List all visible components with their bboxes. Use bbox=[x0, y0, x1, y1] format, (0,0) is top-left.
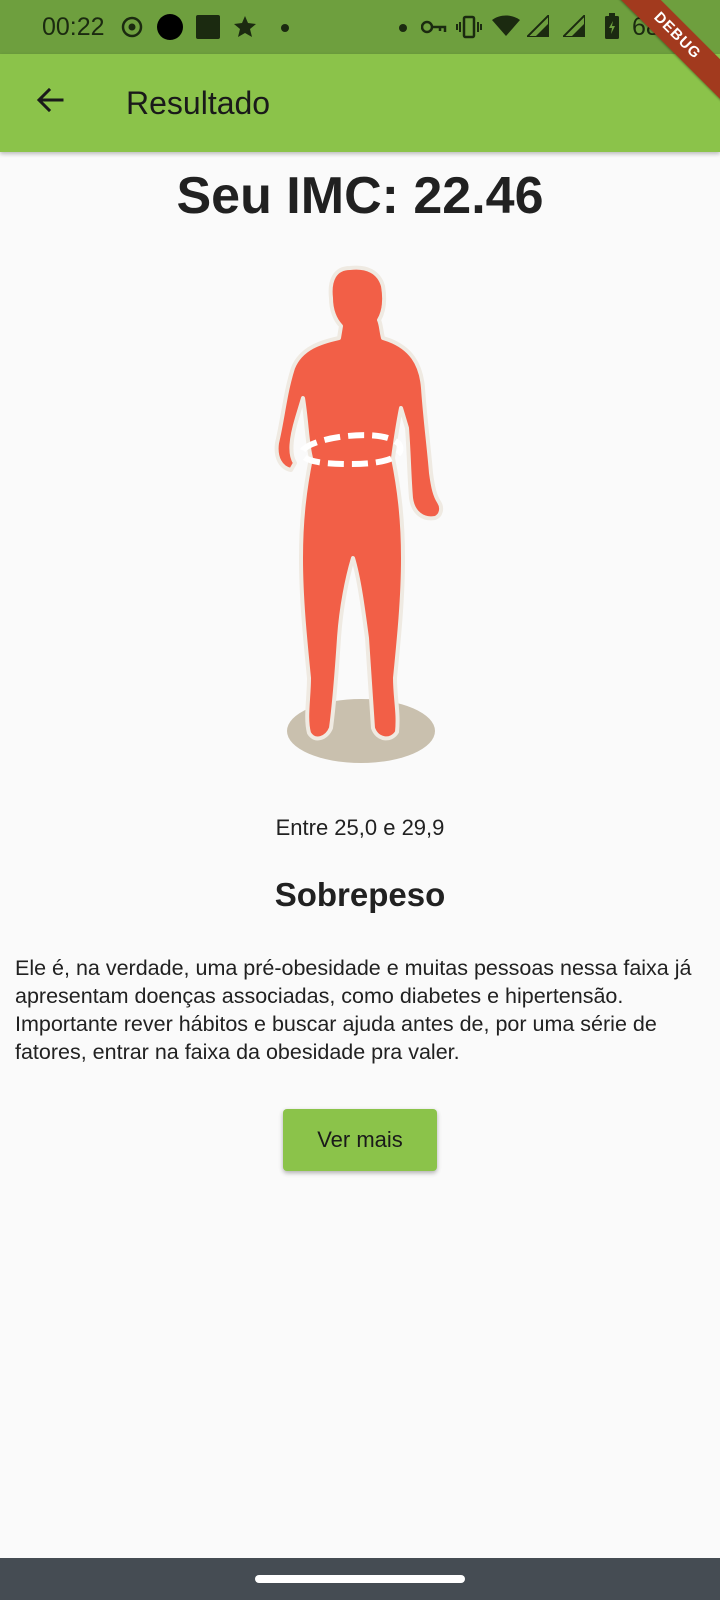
media-icon bbox=[120, 15, 144, 39]
back-button[interactable] bbox=[22, 74, 78, 130]
page-title: Resultado bbox=[126, 85, 271, 121]
battery-icon bbox=[604, 12, 620, 40]
dot-icon bbox=[156, 13, 184, 41]
status-bar: 00:22 68 bbox=[0, 0, 720, 54]
arrow-back-icon bbox=[34, 84, 66, 121]
settings-app-icon bbox=[232, 14, 258, 40]
status-time: 00:22 bbox=[42, 13, 105, 41]
wifi-icon bbox=[492, 14, 520, 38]
imc-category-description: Ele é, na verdade, uma pré-obesidade e m… bbox=[15, 956, 692, 1064]
imc-range-text: Entre 25,0 e 29,9 bbox=[275, 815, 445, 840]
imc-result-title: Seu IMC: 22.46 bbox=[176, 167, 544, 225]
vibrate-icon bbox=[455, 14, 483, 40]
imc-category-title: Sobrepeso bbox=[274, 876, 446, 913]
home-indicator[interactable] bbox=[255, 1575, 465, 1583]
notification-dot-icon bbox=[398, 23, 408, 33]
key-icon bbox=[420, 16, 448, 38]
body-silhouette-icon bbox=[255, 258, 455, 778]
signal-icon-2 bbox=[562, 14, 586, 38]
square-icon bbox=[196, 15, 220, 39]
see-more-button[interactable]: Ver mais bbox=[283, 1109, 437, 1171]
system-navigation-bar bbox=[0, 1558, 720, 1600]
small-dot-icon bbox=[280, 23, 290, 33]
signal-icon bbox=[526, 14, 550, 38]
app-bar: Resultado bbox=[0, 54, 720, 152]
